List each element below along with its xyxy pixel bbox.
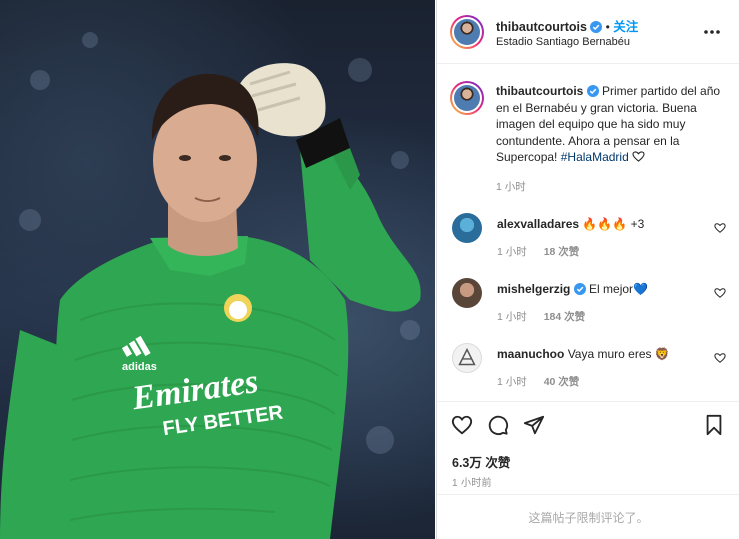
comment-icon[interactable] [487,414,509,436]
post-side-panel: thibautcourtois • 关注 Estadio Santiago Be… [436,0,739,539]
verified-icon [573,283,586,295]
header-separator: • [605,20,610,34]
comment-likes[interactable]: 18 次赞 [544,246,580,258]
comment-text: El mejor💙 [589,282,648,296]
comment-item: alexvalladares 🔥🔥🔥 +3 1 小时 18 次赞 [452,213,739,263]
comment-username[interactable]: alexvalladares [497,217,579,231]
commenter-avatar[interactable] [452,278,482,308]
commenter-avatar[interactable] [452,343,482,373]
svg-text:adidas: adidas [122,361,157,373]
location-link[interactable]: Estadio Santiago Bernabéu [496,36,630,48]
comment-likes[interactable]: 184 次赞 [544,311,585,323]
caption: thibautcourtois Primer partido del año e… [437,65,739,195]
share-icon[interactable] [523,414,545,436]
heart-icon[interactable] [714,352,726,364]
comments-limited-notice: 这篇帖子限制评论了。 [437,494,739,539]
comment-text: 🔥🔥🔥 +3 [582,217,645,231]
post-actions: 6.3万 次赞 1 小时前 这篇帖子限制评论了。 [437,401,739,539]
more-options-icon[interactable] [702,24,722,40]
verified-icon [590,21,603,33]
comment-time: 1 小时 [497,311,527,323]
like-heart-icon[interactable] [451,414,473,436]
comment-text: Vaya muro eres 🦁 [567,347,670,361]
comment-item: mishelgerzig El mejor💙 1 小时 184 次赞 [452,278,739,328]
heart-icon[interactable] [714,287,726,299]
verified-icon [586,85,599,97]
caption-time: 1 小时 [496,181,526,193]
heart-icon[interactable] [714,222,726,234]
heart-outline-icon [632,151,645,162]
comment-likes[interactable]: 40 次赞 [544,376,580,388]
comment-username[interactable]: maanuchoo [497,347,564,361]
comment-time: 1 小时 [497,376,527,388]
likes-count[interactable]: 6.3万 次赞 [452,452,510,471]
comment-time: 1 小时 [497,246,527,258]
comments-list: thibautcourtois Primer partido del año e… [437,65,739,401]
commenter-avatar[interactable] [452,213,482,243]
bookmark-icon[interactable] [703,414,725,436]
caption-hashtag[interactable]: #HalaMadrid [561,150,629,164]
post-timestamp: 1 小时前 [452,478,492,489]
follow-button[interactable]: 关注 [613,20,638,34]
post-photo[interactable]: adidas Emirates FLY BETTER [0,0,435,539]
author-username[interactable]: thibautcourtois [496,20,587,34]
comment-item: maanuchoo Vaya muro eres 🦁 1 小时 40 次赞 [452,343,739,393]
commenter-logo-icon [458,347,476,366]
caption-username[interactable]: thibautcourtois [496,84,583,98]
post-photo-illustration: adidas Emirates FLY BETTER [0,32,421,539]
author-avatar[interactable] [450,15,484,49]
caption-avatar[interactable] [450,81,484,115]
comment-username[interactable]: mishelgerzig [497,282,570,296]
post-header: thibautcourtois • 关注 Estadio Santiago Be… [437,0,739,64]
